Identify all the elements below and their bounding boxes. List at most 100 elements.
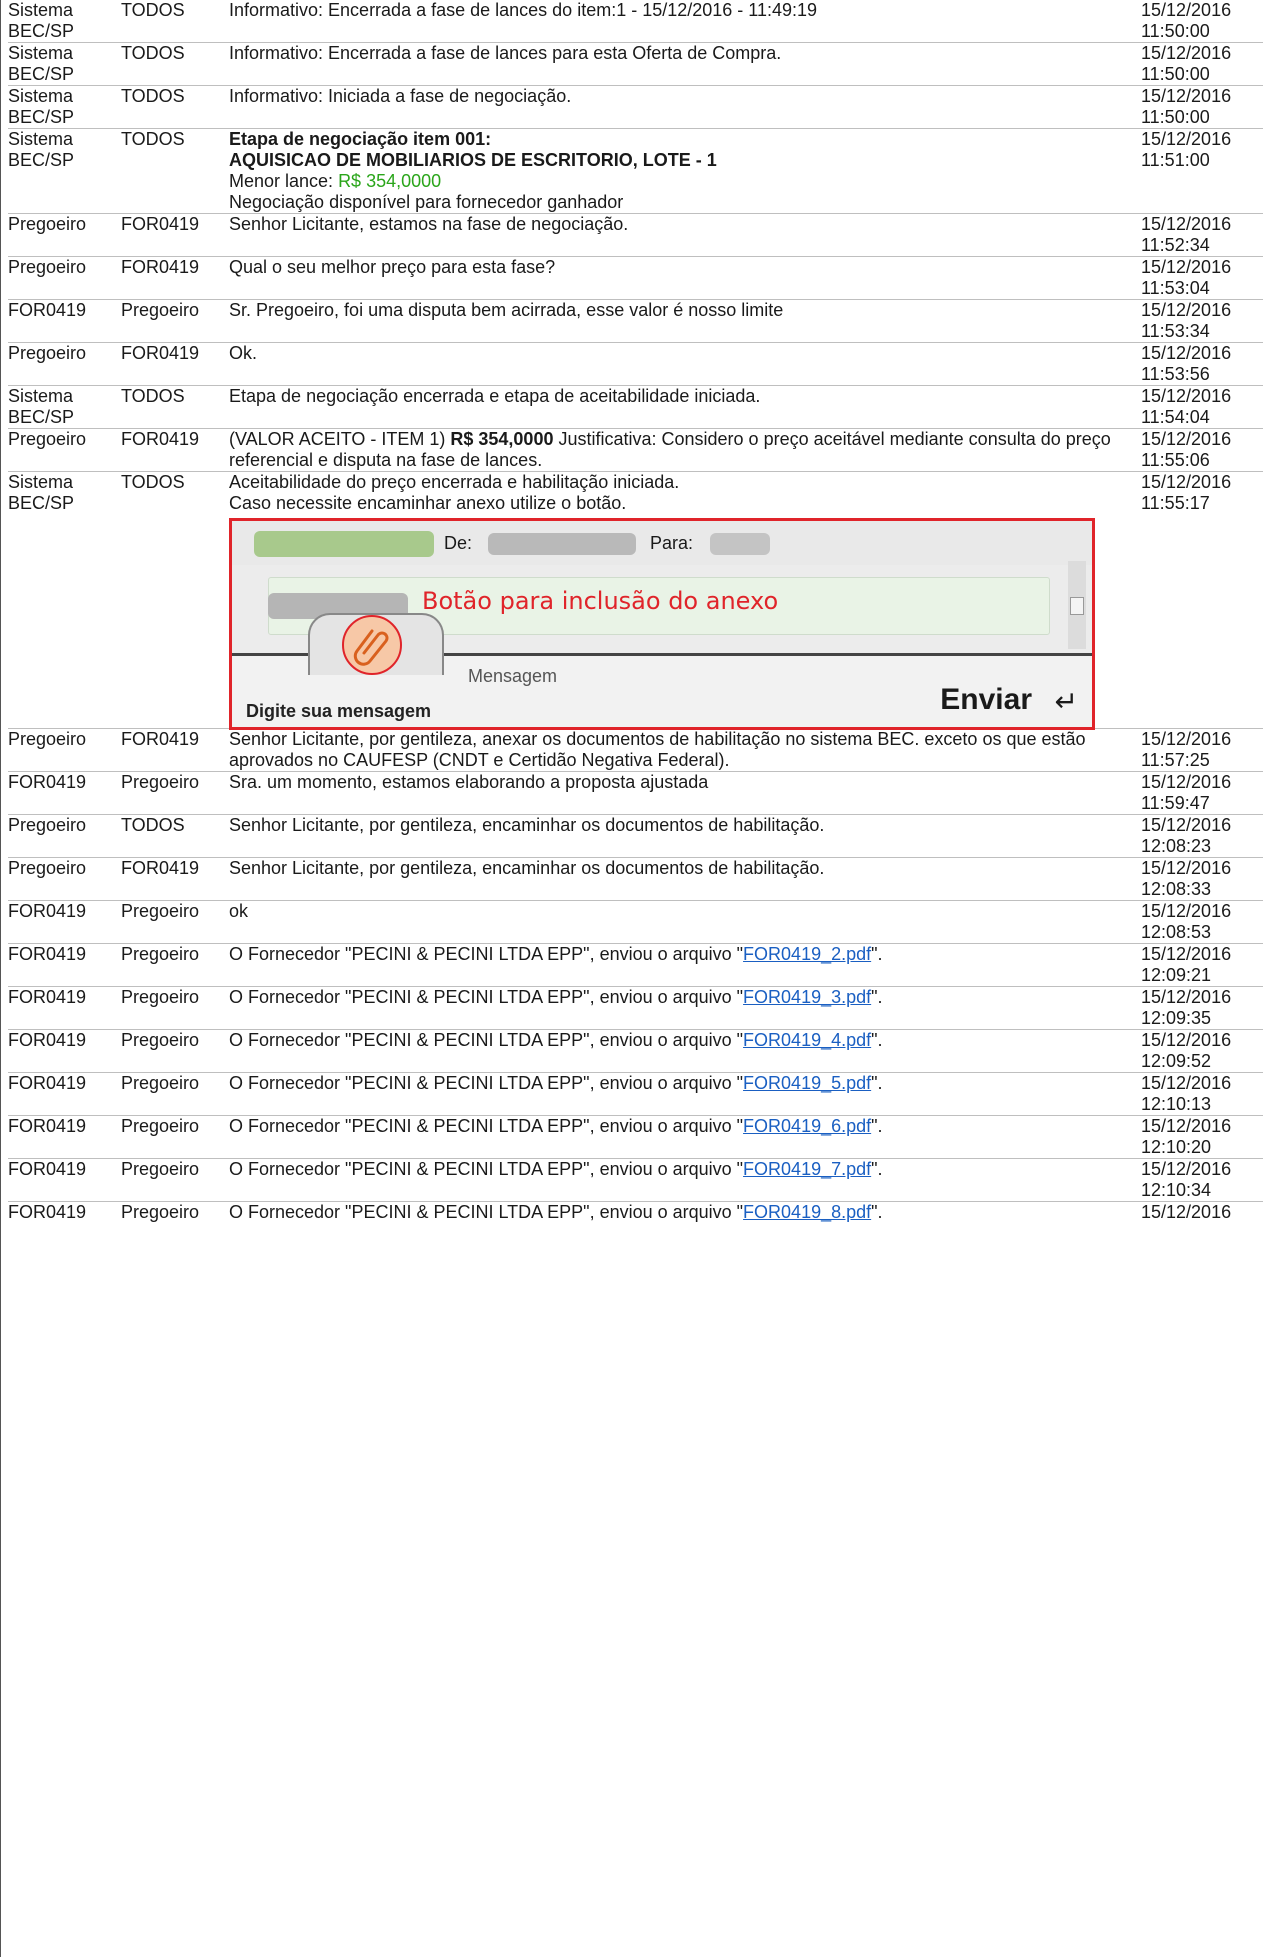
date: 15/12/2016: [1141, 1202, 1232, 1222]
timestamp: 15/12/2016 11:57:25: [1141, 728, 1263, 772]
message-text: O Fornecedor "PECINI & PECINI LTDA EPP",…: [229, 1029, 1141, 1073]
file-link[interactable]: FOR0419_5.pdf: [743, 1073, 871, 1093]
table-row: FOR0419 Pregoeiro O Fornecedor "PECINI &…: [8, 1072, 1263, 1116]
date: 15/12/2016: [1141, 772, 1232, 792]
time: 11:53:56: [1141, 364, 1210, 384]
recipient: FOR0419: [121, 342, 229, 386]
time: 12:09:35: [1141, 1008, 1212, 1028]
file-link[interactable]: FOR0419_4.pdf: [743, 1030, 871, 1050]
blurred-date: [254, 531, 434, 557]
recipient: FOR0419: [121, 256, 229, 300]
date: 15/12/2016: [1141, 300, 1232, 320]
timestamp: 15/12/2016 11:50:00: [1141, 42, 1263, 86]
habilitation-line: Aceitabilidade do preço encerrada e habi…: [229, 472, 680, 492]
message-text: Senhor Licitante, estamos na fase de neg…: [229, 213, 1141, 257]
sender: Pregoeiro: [8, 342, 121, 386]
file-link[interactable]: FOR0419_7.pdf: [743, 1159, 871, 1179]
sender: Sistema BEC/SP: [8, 385, 121, 429]
time: 12:08:23: [1141, 836, 1212, 856]
file-sent-suffix: ".: [871, 1159, 883, 1179]
message-text: O Fornecedor "PECINI & PECINI LTDA EPP",…: [229, 1115, 1141, 1159]
sender: Sistema BEC/SP: [8, 85, 121, 129]
sender: Pregoeiro: [8, 256, 121, 300]
file-link[interactable]: FOR0419_6.pdf: [743, 1116, 871, 1136]
recipient: Pregoeiro: [121, 900, 229, 944]
message-text: Sr. Pregoeiro, foi uma disputa bem acirr…: [229, 299, 1141, 343]
recipient: Pregoeiro: [121, 299, 229, 343]
file-sent-text: O Fornecedor "PECINI & PECINI LTDA EPP",…: [229, 1159, 744, 1179]
table-row: FOR0419 Pregoeiro O Fornecedor "PECINI &…: [8, 1158, 1263, 1202]
sender: FOR0419: [8, 1072, 121, 1116]
time: 11:53:34: [1141, 321, 1210, 341]
table-row: Pregoeiro FOR0419 Qual o seu melhor preç…: [8, 256, 1263, 300]
timestamp: 15/12/2016 12:08:33: [1141, 857, 1263, 901]
attachment-help-image: De: Para: Botão para inclusão do anexo D…: [229, 518, 1095, 730]
date: 15/12/2016: [1141, 1073, 1232, 1093]
timestamp: 15/12/2016 12:10:13: [1141, 1072, 1263, 1116]
date: 15/12/2016: [1141, 858, 1232, 878]
sender: Pregoeiro: [8, 814, 121, 858]
table-row: FOR0419 Pregoeiro ok 15/12/2016 12:08:53: [8, 900, 1263, 944]
message-log-page: Sistema BEC/SP TODOS Informativo: Encerr…: [0, 0, 1263, 1957]
sender: Pregoeiro: [8, 857, 121, 901]
table-row: Sistema BEC/SP TODOS Informativo: Encerr…: [8, 0, 1263, 43]
time: 12:08:53: [1141, 922, 1212, 942]
lowest-bid-label: Menor lance:: [229, 171, 339, 191]
timestamp: 15/12/2016 12:08:53: [1141, 900, 1263, 944]
recipient: FOR0419: [121, 428, 229, 472]
table-row: Sistema BEC/SP TODOS Aceitabilidade do p…: [8, 471, 1263, 730]
file-sent-text: O Fornecedor "PECINI & PECINI LTDA EPP",…: [229, 1073, 744, 1093]
message-text: O Fornecedor "PECINI & PECINI LTDA EPP",…: [229, 943, 1141, 987]
timestamp: 15/12/2016 11:55:17: [1141, 471, 1263, 729]
negotiation-title: Etapa de negociação item 001:: [229, 129, 492, 149]
message-text: Sra. um momento, estamos elaborando a pr…: [229, 771, 1141, 815]
time: 11:50:00: [1141, 64, 1210, 84]
file-sent-text: O Fornecedor "PECINI & PECINI LTDA EPP",…: [229, 1030, 744, 1050]
recipient: TODOS: [121, 42, 229, 86]
file-sent-suffix: ".: [871, 944, 883, 964]
file-link[interactable]: FOR0419_3.pdf: [743, 987, 871, 1007]
sender: Sistema BEC/SP: [8, 128, 121, 214]
recipient: Pregoeiro: [121, 1029, 229, 1073]
time: 12:10:13: [1141, 1094, 1212, 1114]
recipient: Pregoeiro: [121, 943, 229, 987]
to-label: Para:: [650, 533, 694, 553]
date: 15/12/2016: [1141, 86, 1232, 106]
date: 15/12/2016: [1141, 815, 1232, 835]
time: 11:59:47: [1141, 793, 1210, 813]
table-row: FOR0419 Pregoeiro O Fornecedor "PECINI &…: [8, 1202, 1263, 1224]
file-link[interactable]: FOR0419_2.pdf: [743, 944, 871, 964]
table-row: Pregoeiro FOR0419 (VALOR ACEITO - ITEM 1…: [8, 428, 1263, 472]
date: 15/12/2016: [1141, 429, 1232, 449]
recipient: TODOS: [121, 128, 229, 214]
message-text: O Fornecedor "PECINI & PECINI LTDA EPP",…: [229, 986, 1141, 1030]
scrollbar: [1068, 561, 1086, 649]
table-row: FOR0419 Pregoeiro Sr. Pregoeiro, foi uma…: [8, 299, 1263, 343]
file-sent-suffix: ".: [871, 1116, 883, 1136]
message-text: Senhor Licitante, por gentileza, encamin…: [229, 857, 1141, 901]
message-text: O Fornecedor "PECINI & PECINI LTDA EPP",…: [229, 1072, 1141, 1116]
time: 12:09:52: [1141, 1051, 1212, 1071]
timestamp: 15/12/2016 11:50:00: [1141, 85, 1263, 129]
time: 12:09:21: [1141, 965, 1212, 985]
timestamp: 15/12/2016 11:55:06: [1141, 428, 1263, 472]
table-row: FOR0419 Pregoeiro O Fornecedor "PECINI &…: [8, 1115, 1263, 1159]
file-sent-text: O Fornecedor "PECINI & PECINI LTDA EPP",…: [229, 1202, 744, 1222]
file-sent-suffix: ".: [871, 1073, 883, 1093]
sender: FOR0419: [8, 1029, 121, 1073]
timestamp: 15/12/2016 11:53:56: [1141, 342, 1263, 386]
item-description: AQUISICAO DE MOBILIARIOS DE ESCRITORIO, …: [229, 150, 717, 170]
date: 15/12/2016: [1141, 0, 1232, 20]
accepted-value: R$ 354,0000: [450, 429, 554, 449]
date: 15/12/2016: [1141, 343, 1232, 363]
table-row: FOR0419 Pregoeiro O Fornecedor "PECINI &…: [8, 1029, 1263, 1073]
timestamp: 15/12/2016 12:08:23: [1141, 814, 1263, 858]
time: 12:08:33: [1141, 879, 1212, 899]
table-row: FOR0419 Pregoeiro O Fornecedor "PECINI &…: [8, 943, 1263, 987]
message-field-label: Mensagem: [468, 666, 558, 686]
message-text: Aceitabilidade do preço encerrada e habi…: [229, 471, 1141, 730]
file-link[interactable]: FOR0419_8.pdf: [743, 1202, 871, 1222]
time: 12:10:34: [1141, 1180, 1212, 1200]
date: 15/12/2016: [1141, 901, 1232, 921]
date: 15/12/2016: [1141, 472, 1232, 492]
